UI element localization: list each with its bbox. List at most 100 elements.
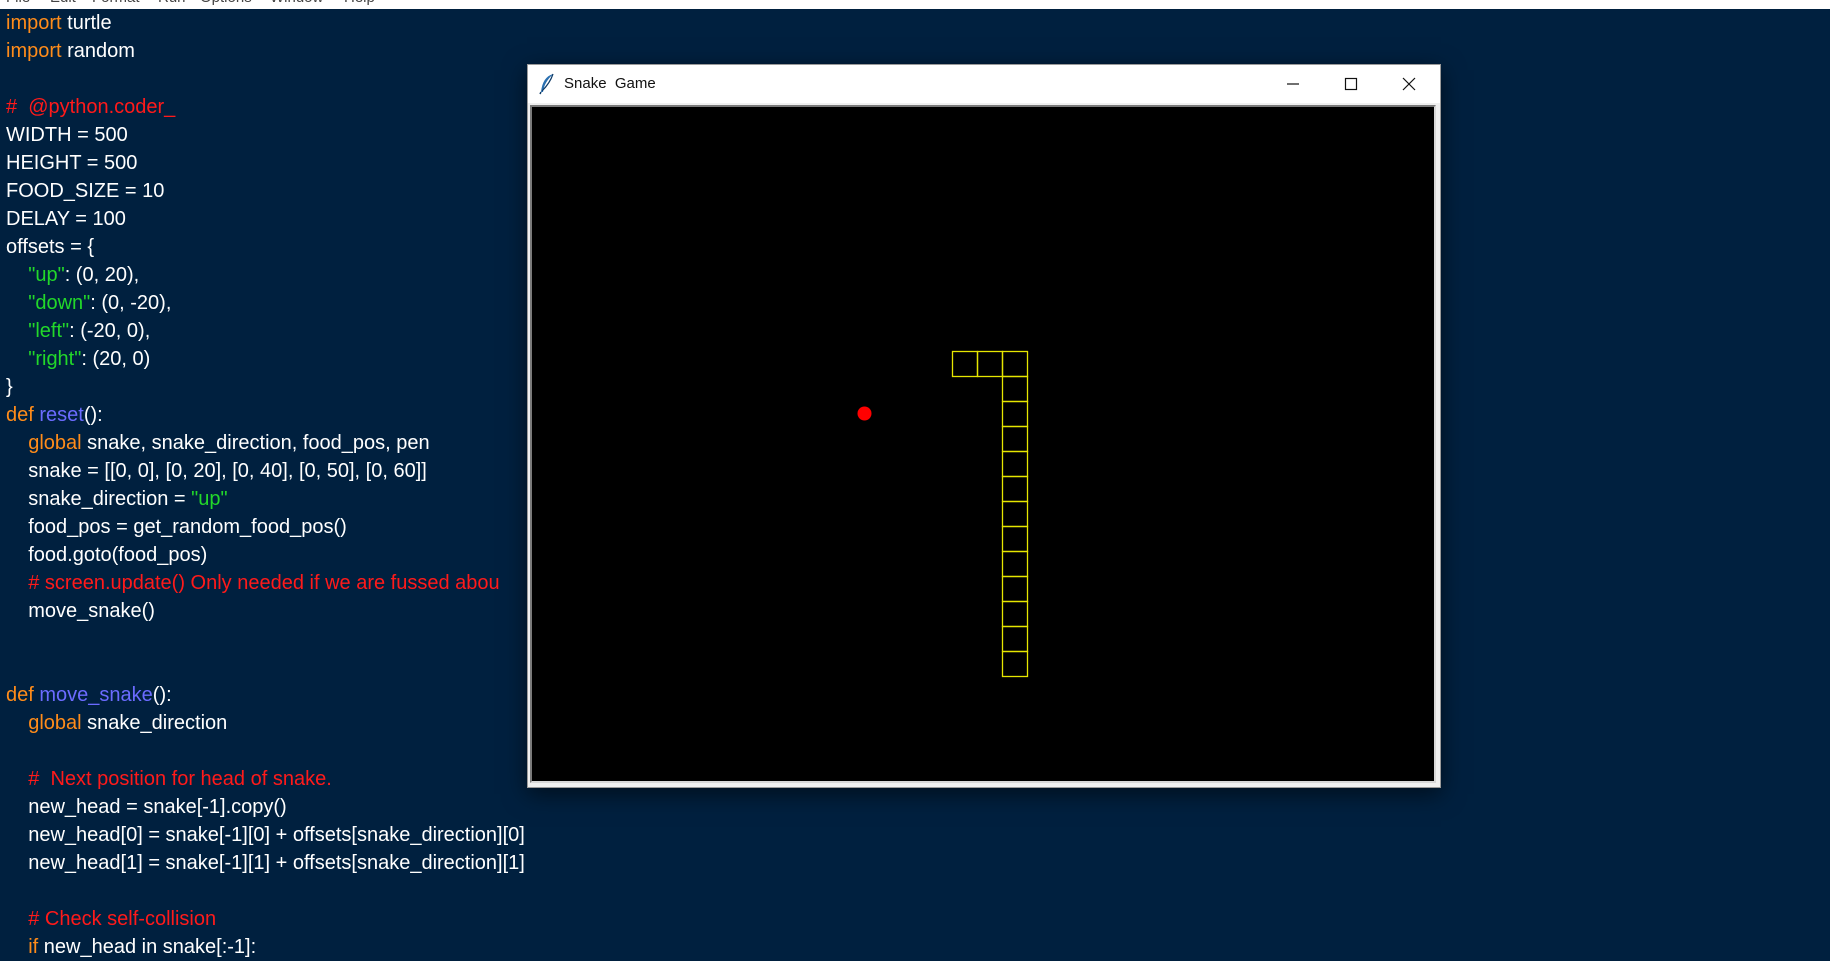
snake-segment xyxy=(1001,475,1029,503)
snake-segment xyxy=(1001,625,1029,653)
code-line: snake_direction = "up" xyxy=(6,485,228,513)
snake-segment xyxy=(1001,375,1029,403)
window-titlebar[interactable]: Snake Game xyxy=(528,65,1440,103)
code-token: # screen.update() Only needed if we are … xyxy=(28,572,500,594)
code-line: snake = [[0, 0], [0, 20], [0, 40], [0, 5… xyxy=(6,457,427,485)
code-token: # Next position for head of snake. xyxy=(28,768,332,790)
code-token: food.goto(food_pos) xyxy=(6,544,208,566)
code-token: "up" xyxy=(191,488,228,510)
code-token: food_pos = get_random_food_pos() xyxy=(6,516,347,538)
code-line: new_head = snake[-1].copy() xyxy=(6,793,287,821)
snake-segment xyxy=(1001,500,1029,528)
code-token: snake = [[0, 0], [0, 20], [0, 40], [0, 5… xyxy=(6,460,427,482)
menu-file[interactable]: File xyxy=(6,0,30,7)
code-token: global xyxy=(28,432,82,454)
code-line: # Next position for head of snake. xyxy=(6,765,332,793)
code-line: } xyxy=(6,373,13,401)
code-token: : (0, 20), xyxy=(64,264,140,286)
maximize-icon xyxy=(1344,77,1358,91)
code-token: (): xyxy=(152,684,172,706)
code-token: snake, snake_direction, food_pos, pen xyxy=(81,432,430,454)
code-token: new_head[0] = snake[-1][0] + offsets[sna… xyxy=(6,824,525,846)
code-token: HEIGHT = 500 xyxy=(6,152,138,174)
code-token: new_head in snake[:-1]: xyxy=(38,936,257,958)
code-token: offsets = { xyxy=(6,236,95,258)
menu-bar: File Edit Format Run Options Window Help xyxy=(0,0,1830,9)
code-token: snake_direction = xyxy=(6,488,192,510)
snake-segment xyxy=(1001,650,1029,678)
code-line: WIDTH = 500 xyxy=(6,121,128,149)
code-line: def move_snake(): xyxy=(6,681,172,709)
game-canvas[interactable] xyxy=(530,105,1436,783)
code-token: "left" xyxy=(28,320,70,342)
code-token: FOOD_SIZE = 10 xyxy=(6,180,165,202)
code-line: DELAY = 100 xyxy=(6,205,126,233)
code-line: # @python.coder_ xyxy=(6,93,175,121)
code-token: } xyxy=(6,376,13,398)
code-token: : (-20, 0), xyxy=(69,320,151,342)
code-line: FOOD_SIZE = 10 xyxy=(6,177,164,205)
code-token: : (0, -20), xyxy=(90,292,172,314)
code-line: "left": (-20, 0), xyxy=(6,317,150,345)
snake-segment xyxy=(1001,550,1029,578)
maximize-button[interactable] xyxy=(1322,65,1380,103)
code-token: (): xyxy=(83,404,103,426)
code-line: offsets = { xyxy=(6,233,94,261)
code-token: "right" xyxy=(28,348,82,370)
snake-segment xyxy=(1001,350,1029,378)
snake-segment xyxy=(1001,425,1029,453)
menu-format[interactable]: Format xyxy=(92,0,140,7)
snake-segment xyxy=(1001,600,1029,628)
code-line: "right": (20, 0) xyxy=(6,345,150,373)
code-token: new_head = snake[-1].copy() xyxy=(6,796,287,818)
code-token: # @python.coder_ xyxy=(6,96,176,118)
code-line: "up": (0, 20), xyxy=(6,261,139,289)
code-line: "down": (0, -20), xyxy=(6,289,171,317)
game-board xyxy=(857,350,1029,678)
code-token: reset xyxy=(39,404,84,426)
close-button[interactable] xyxy=(1380,65,1438,103)
snake-segment xyxy=(976,350,1004,378)
code-token: if xyxy=(28,936,39,958)
code-token: "down" xyxy=(28,292,91,314)
close-icon xyxy=(1402,77,1416,91)
code-line: global snake, snake_direction, food_pos,… xyxy=(6,429,430,457)
window-title: Snake Game xyxy=(564,75,656,92)
snake-segment xyxy=(1001,400,1029,428)
snake-game-window: Snake Game xyxy=(527,64,1441,788)
minimize-icon xyxy=(1287,83,1299,85)
menu-window[interactable]: Window xyxy=(270,0,323,7)
code-line: # Check self-collision xyxy=(6,905,216,933)
code-line: HEIGHT = 500 xyxy=(6,149,137,177)
code-line: import random xyxy=(6,37,135,65)
code-token: : (20, 0) xyxy=(81,348,151,370)
code-token: new_head[1] = snake[-1][1] + offsets[sna… xyxy=(6,852,525,874)
menu-help[interactable]: Help xyxy=(344,0,375,7)
menu-run[interactable]: Run xyxy=(158,0,186,7)
code-token: snake_direction xyxy=(81,712,228,734)
snake-segment xyxy=(1001,450,1029,478)
snake-segment xyxy=(1001,525,1029,553)
menu-options[interactable]: Options xyxy=(200,0,252,7)
code-line: new_head[0] = snake[-1][0] + offsets[sna… xyxy=(6,821,525,849)
code-token: # Check self-collision xyxy=(28,908,217,930)
code-token: WIDTH = 500 xyxy=(6,124,128,146)
code-token: def xyxy=(6,684,34,706)
code-line: if new_head in snake[:-1]: xyxy=(6,933,256,961)
code-token: global xyxy=(28,712,82,734)
feather-icon xyxy=(538,73,558,95)
code-token: "up" xyxy=(28,264,65,286)
code-token: def xyxy=(6,404,34,426)
menu-edit[interactable]: Edit xyxy=(50,0,76,7)
minimize-button[interactable] xyxy=(1264,65,1322,103)
code-line: # screen.update() Only needed if we are … xyxy=(6,569,500,597)
code-token: move_snake xyxy=(39,684,153,706)
